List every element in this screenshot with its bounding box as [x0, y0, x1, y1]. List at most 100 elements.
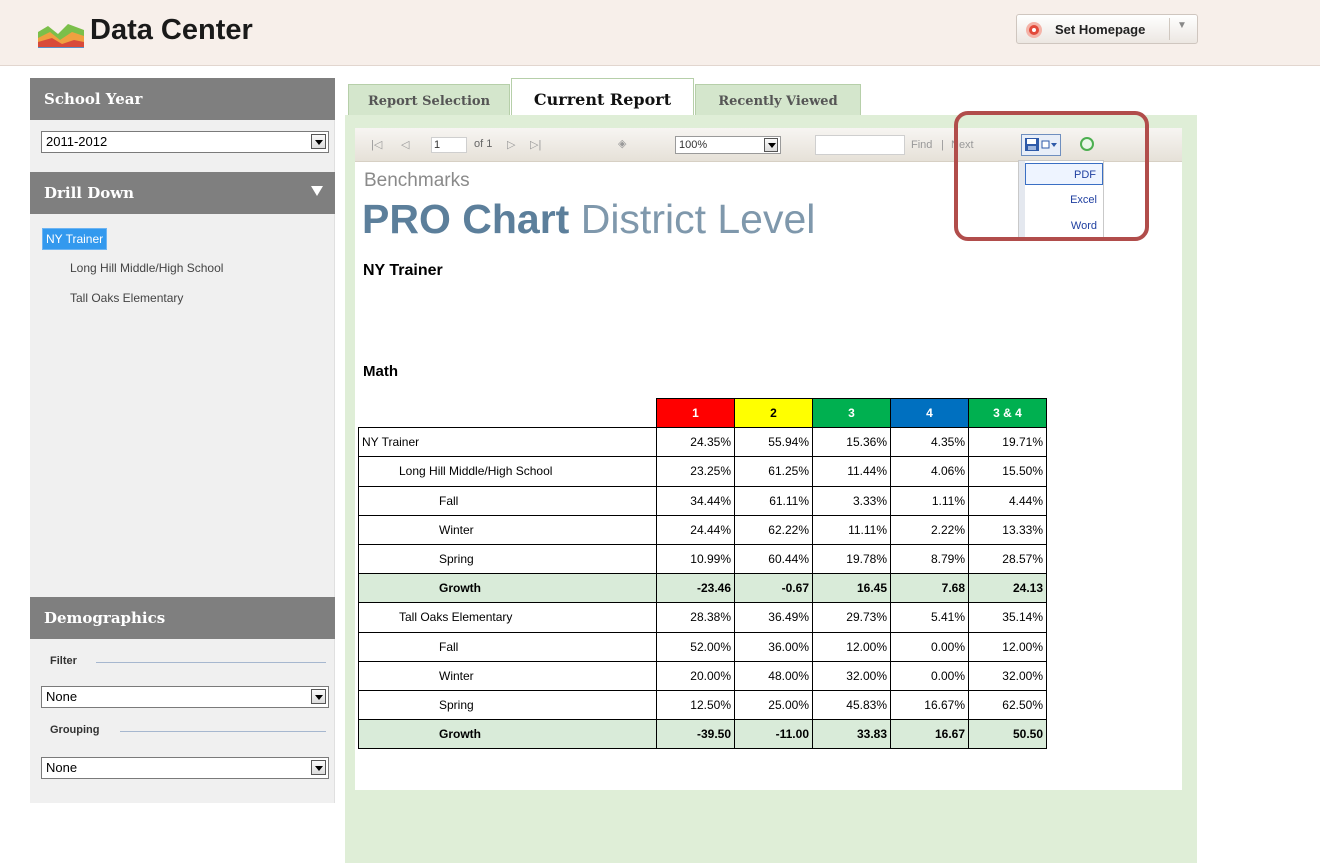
value-cell: -39.50 — [656, 719, 735, 750]
table-row: Tall Oaks Elementary 28.38% 36.49% 29.73% 5.… — [358, 602, 1047, 633]
level-header: 4 — [890, 397, 969, 429]
dropdown-arrow-icon[interactable] — [311, 689, 326, 704]
page-number-input[interactable]: 1 — [431, 137, 467, 153]
table-row: Fall 52.00% 36.00% 12.00% 0.00% 12.00% — [358, 631, 1047, 662]
value-cell: 7.68 — [890, 573, 969, 604]
row-label: Long Hill Middle/High School — [358, 456, 657, 487]
find-link[interactable]: Find — [911, 139, 932, 151]
table-row: Spring 12.50% 25.00% 45.83% 16.67% 62.50% — [358, 689, 1047, 721]
grouping-select[interactable]: None — [41, 757, 329, 779]
report-title-rest: District Level — [569, 196, 816, 242]
previous-page-icon[interactable]: ◁ — [401, 138, 409, 151]
level-header: 2 — [734, 397, 813, 429]
divider — [120, 731, 326, 732]
grouping-value: None — [46, 760, 78, 775]
value-cell: 2.22% — [890, 514, 969, 545]
school-year-select[interactable]: 2011-2012 — [41, 131, 329, 153]
value-cell: 5.41% — [890, 602, 969, 633]
find-input[interactable] — [815, 135, 905, 155]
find-separator: | — [941, 139, 944, 151]
value-cell: -11.00 — [734, 719, 813, 750]
last-page-icon[interactable]: ▷| — [530, 138, 541, 151]
value-cell: 4.35% — [890, 427, 969, 458]
value-cell: -23.46 — [656, 573, 735, 604]
set-homepage-button[interactable]: Set Homepage ▼ — [1016, 14, 1198, 44]
value-cell: 36.00% — [734, 631, 813, 662]
table-row: Spring 10.99% 60.44% 19.78% 8.79% 28.57% — [358, 543, 1047, 575]
level-header: 1 — [656, 397, 735, 429]
app-title: Data Center — [90, 14, 253, 46]
value-cell: 52.00% — [656, 631, 735, 662]
table-row: Fall 34.44% 61.11% 3.33% 1.11% 4.44% — [358, 485, 1047, 516]
value-cell: 16.45 — [812, 573, 891, 604]
value-cell: 24.13 — [968, 573, 1047, 604]
zoom-select[interactable]: 100% — [675, 136, 781, 154]
value-cell: 11.11% — [812, 514, 891, 545]
dropdown-arrow-icon[interactable] — [311, 134, 326, 149]
drill-item-district[interactable]: NY Trainer — [42, 228, 108, 250]
first-page-icon[interactable]: |◁ — [371, 138, 382, 151]
tab-recently-viewed[interactable]: Recently Viewed — [695, 84, 861, 116]
dropdown-arrow-icon[interactable] — [764, 138, 778, 152]
value-cell: -0.67 — [734, 573, 813, 604]
school-year-value: 2011-2012 — [46, 134, 108, 149]
tab-current-report[interactable]: Current Report — [511, 78, 694, 116]
drill-item-school[interactable]: Tall Oaks Elementary — [70, 291, 183, 305]
school-year-header: School Year — [30, 78, 335, 120]
value-cell: 12.00% — [812, 631, 891, 662]
drill-down-header[interactable]: Drill Down — [30, 172, 335, 214]
row-label: Growth — [358, 719, 657, 750]
level-header: 3 — [812, 397, 891, 429]
tab-report-selection[interactable]: Report Selection — [348, 84, 510, 116]
value-cell: 61.25% — [734, 456, 813, 487]
value-cell: 34.44% — [656, 485, 735, 516]
value-cell: 19.71% — [968, 427, 1047, 458]
app-header: Data Center Set Homepage ▼ — [0, 0, 1320, 66]
table-header-row: 12343 & 4 — [358, 397, 1047, 429]
chevron-down-icon[interactable]: ▼ — [1177, 20, 1187, 31]
dropdown-arrow-icon[interactable] — [311, 760, 326, 775]
back-icon[interactable]: ◈ — [618, 137, 626, 150]
row-label: Spring — [358, 689, 657, 721]
value-cell: 11.44% — [812, 456, 891, 487]
row-label: Winter — [358, 514, 657, 545]
value-cell: 4.06% — [890, 456, 969, 487]
left-panel: School Year 2011-2012 Drill Down NY Trai… — [30, 78, 335, 803]
value-cell: 23.25% — [656, 456, 735, 487]
value-cell: 3.33% — [812, 485, 891, 516]
benchmark-table: 12343 & 4 NY Trainer 24.35% 55.94% 15.36% 4.3… — [358, 397, 1047, 750]
row-label: Winter — [358, 660, 657, 691]
collapse-triangle-icon[interactable] — [311, 186, 323, 196]
data-center-logo-icon — [38, 14, 84, 48]
report-subtitle: Benchmarks — [364, 170, 470, 191]
report-title-bold: PRO Chart — [362, 196, 570, 242]
value-cell: 8.79% — [890, 543, 969, 575]
row-label: Growth — [358, 573, 657, 604]
split-divider — [1169, 18, 1170, 40]
value-cell: 24.35% — [656, 427, 735, 458]
value-cell: 16.67 — [890, 719, 969, 750]
value-cell: 36.49% — [734, 602, 813, 633]
next-page-icon[interactable]: ▷ — [507, 138, 515, 151]
drill-item-school[interactable]: Long Hill Middle/High School — [70, 261, 223, 275]
value-cell: 60.44% — [734, 543, 813, 575]
value-cell: 50.50 — [968, 719, 1047, 750]
row-label: Spring — [358, 543, 657, 575]
value-cell: 24.44% — [656, 514, 735, 545]
value-cell: 1.11% — [890, 485, 969, 516]
value-cell: 61.11% — [734, 485, 813, 516]
table-row: Growth -23.46 -0.67 16.45 7.68 24.13 — [358, 573, 1047, 604]
row-label: Fall — [358, 485, 657, 516]
annotation-highlight — [954, 111, 1149, 241]
demographics-header: Demographics — [30, 597, 335, 639]
set-homepage-label: Set Homepage — [1055, 22, 1146, 37]
filter-select[interactable]: None — [41, 686, 329, 708]
value-cell: 62.22% — [734, 514, 813, 545]
filter-value: None — [46, 689, 78, 704]
value-cell: 0.00% — [890, 660, 969, 691]
value-cell: 20.00% — [656, 660, 735, 691]
row-label: Fall — [358, 631, 657, 662]
value-cell: 4.44% — [968, 485, 1047, 516]
value-cell: 32.00% — [812, 660, 891, 691]
report-subject: Math — [363, 363, 398, 380]
